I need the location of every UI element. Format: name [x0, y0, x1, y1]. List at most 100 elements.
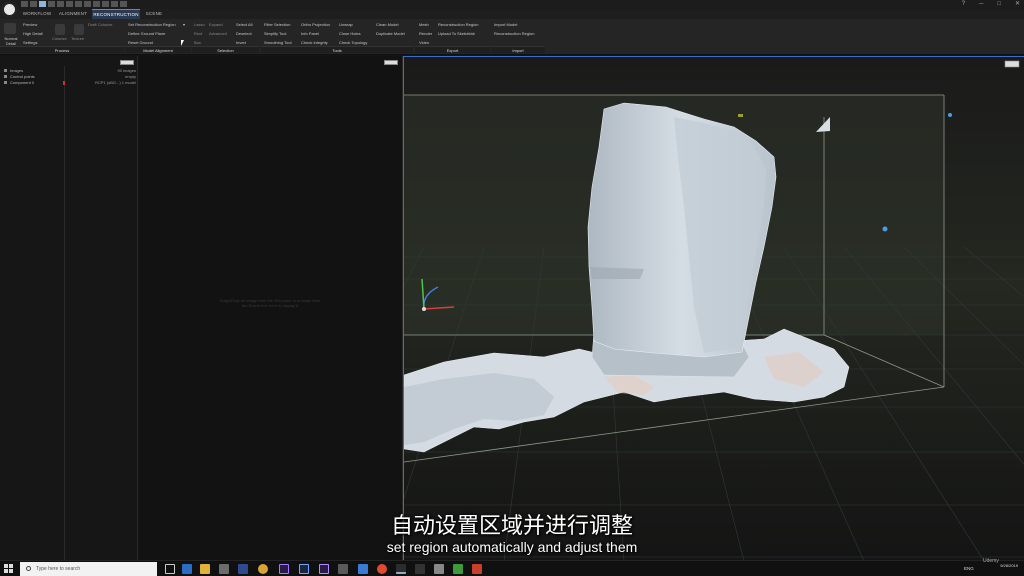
deselect-button[interactable]: Deselect	[236, 31, 252, 36]
quick-access-icon[interactable]	[93, 1, 100, 7]
texture-button[interactable]: Texture	[71, 36, 84, 41]
maximize-icon[interactable]: □	[997, 0, 1001, 9]
quick-access-icon[interactable]	[30, 1, 37, 7]
panel-divider[interactable]	[64, 66, 65, 560]
image-view-panel[interactable]	[139, 56, 403, 560]
app-icon[interactable]	[358, 564, 368, 574]
after-effects-icon[interactable]	[319, 564, 329, 574]
quick-access-icon[interactable]	[66, 1, 73, 7]
file-explorer-icon[interactable]	[200, 564, 210, 574]
selection-marker	[63, 81, 65, 85]
language-indicator[interactable]: ENG	[964, 566, 974, 571]
app-icon[interactable]	[453, 564, 463, 574]
premiere-icon[interactable]	[279, 564, 289, 574]
quick-access-icon[interactable]	[57, 1, 64, 7]
import-model-button[interactable]: Import Model	[494, 22, 517, 27]
ortho-projection-button[interactable]: Ortho Projection	[301, 22, 330, 27]
preview-button[interactable]: Preview	[23, 22, 37, 27]
box-button[interactable]: Box	[194, 40, 201, 45]
quick-access-icon[interactable]	[120, 1, 127, 7]
app-icon[interactable]	[415, 564, 425, 574]
render-button[interactable]: Render	[419, 31, 432, 36]
normal-detail-icon[interactable]	[4, 23, 16, 34]
quick-access-icon[interactable]	[48, 1, 55, 7]
app-icon[interactable]	[434, 564, 444, 574]
tree-item-control-points[interactable]: Control points	[4, 74, 35, 79]
region-handle[interactable]	[738, 114, 743, 117]
texture-icon[interactable]	[74, 24, 84, 35]
photoshop-icon[interactable]	[299, 564, 309, 574]
filter-selection-button[interactable]: Filter Selection	[264, 22, 290, 27]
duplicate-model-button[interactable]: Duplicate Model	[376, 31, 405, 36]
quick-access-icon[interactable]	[39, 1, 46, 7]
rect-button[interactable]: Rect	[194, 31, 202, 36]
chrome-icon[interactable]	[258, 564, 268, 574]
expand-button[interactable]: Expand	[209, 22, 223, 27]
upload-to-sketchfab-button[interactable]: Upload To Sketchfab	[438, 31, 475, 36]
quick-access-icon[interactable]	[21, 1, 28, 7]
3d-viewport[interactable]	[403, 56, 1024, 560]
app-icon[interactable]	[472, 564, 482, 574]
region-handle[interactable]	[882, 226, 888, 232]
unwrap-button[interactable]: Unwrap	[339, 22, 353, 27]
select-all-button[interactable]: Select All	[236, 22, 252, 27]
set-reconstruction-region-button[interactable]: Set Reconstruction Region	[128, 22, 176, 27]
tab-scene[interactable]: SCENE	[142, 9, 166, 19]
high-detail-button[interactable]: High Detail	[23, 31, 43, 36]
clean-model-button[interactable]: Clean Model	[376, 22, 398, 27]
app-icon[interactable]	[377, 564, 387, 574]
system-clock[interactable]: 9/28/2019	[1000, 563, 1018, 568]
realitycapture-taskbar-icon[interactable]	[396, 564, 406, 574]
tab-reconstruction[interactable]: RECONSTRUCTION	[92, 9, 140, 19]
colorize-button[interactable]: Colorize	[52, 36, 67, 41]
normal-detail-button[interactable]: Normal Detail	[2, 36, 20, 46]
close-holes-button[interactable]: Close Holes	[339, 31, 361, 36]
region-handle[interactable]	[948, 113, 952, 117]
draft-colorize-button[interactable]: Draft Colorize	[88, 22, 112, 27]
panel-layout-button[interactable]	[384, 60, 398, 65]
mesh-export-button[interactable]: Mesh	[419, 22, 429, 27]
lasso-button[interactable]: Lasso	[194, 22, 205, 27]
quick-access-icon[interactable]	[84, 1, 91, 7]
viewport-layout-button[interactable]	[1004, 60, 1020, 68]
tab-workflow[interactable]: WORKFLOW	[20, 9, 54, 19]
ribbon-tabs: WORKFLOW ALIGNMENT RECONSTRUCTION SCENE	[0, 9, 1024, 19]
app-logo[interactable]	[1, 1, 18, 18]
reset-ground-button[interactable]: Reset Ground	[128, 40, 153, 45]
quick-access-icon[interactable]	[111, 1, 118, 7]
settings-button[interactable]: Settings	[23, 40, 37, 45]
store-icon[interactable]	[219, 564, 229, 574]
tree-item-component[interactable]: Component 0	[4, 80, 34, 85]
windows-start-icon[interactable]	[4, 564, 14, 574]
help-icon[interactable]: ?	[962, 0, 965, 9]
info-panel-button[interactable]: Info Panel	[301, 31, 319, 36]
app-icon[interactable]	[338, 564, 348, 574]
smoothing-tool-button[interactable]: Smoothing Tool	[264, 40, 292, 45]
check-integrity-button[interactable]: Check Integrity	[301, 40, 328, 45]
tab-alignment[interactable]: ALIGNMENT	[56, 9, 90, 19]
invert-button[interactable]: Invert	[236, 40, 246, 45]
minimize-icon[interactable]: ─	[979, 0, 983, 9]
taskbar-search-input[interactable]: Type here to search	[20, 562, 157, 576]
check-topology-button[interactable]: Check Topology	[339, 40, 367, 45]
control-points-icon	[4, 75, 7, 78]
simplify-tool-button[interactable]: Simplify Tool	[264, 31, 286, 36]
advanced-button[interactable]: Advanced	[209, 31, 227, 36]
close-icon[interactable]: ✕	[1015, 0, 1020, 9]
edge-browser-icon[interactable]	[182, 564, 192, 574]
3d-scene[interactable]	[404, 57, 1024, 560]
tree-item-images[interactable]: Images	[4, 68, 23, 73]
define-ground-plane-button[interactable]: Define Ground Plane	[128, 31, 165, 36]
colorize-icon[interactable]	[55, 24, 65, 35]
chevron-down-icon[interactable]: ▾	[183, 22, 185, 27]
quick-access-icon[interactable]	[102, 1, 109, 7]
tree-item-label: Images	[10, 68, 24, 73]
quick-access-icon[interactable]	[75, 1, 82, 7]
task-view-icon[interactable]	[165, 564, 175, 574]
export-reconstruction-region-button[interactable]: Reconstruction Region	[438, 22, 478, 27]
process-group-label: Process	[0, 46, 124, 53]
import-reconstruction-region-button[interactable]: Reconstruction Region	[494, 31, 534, 36]
panel-layout-button[interactable]	[120, 60, 134, 65]
app-icon[interactable]	[238, 564, 248, 574]
video-button[interactable]: Video	[419, 40, 429, 45]
